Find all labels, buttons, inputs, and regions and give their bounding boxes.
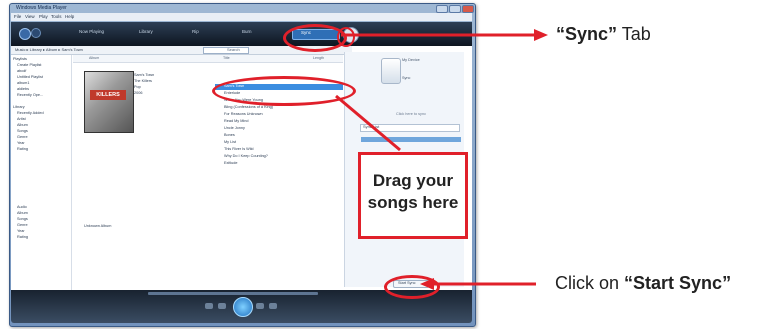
- sync-tab-callout-suffix: Tab: [617, 24, 651, 44]
- start-sync-callout-prefix: Click on: [555, 273, 625, 293]
- drag-songs-callout: Drag your songs here: [358, 170, 468, 214]
- drag-line-2: songs here: [367, 193, 459, 212]
- drag-line-1: Drag your: [372, 171, 454, 190]
- sync-tab-callout: “Sync” Tab: [556, 24, 651, 45]
- start-sync-callout-bold: “Start Sync”: [624, 273, 732, 293]
- start-sync-callout: Click on “Start Sync”: [555, 273, 731, 294]
- sync-arrow-head: [534, 29, 548, 41]
- drag-arrow-line: [335, 94, 401, 152]
- sync-tab-callout-bold: “Sync”: [556, 24, 618, 44]
- start-sync-arrow-head: [420, 278, 434, 290]
